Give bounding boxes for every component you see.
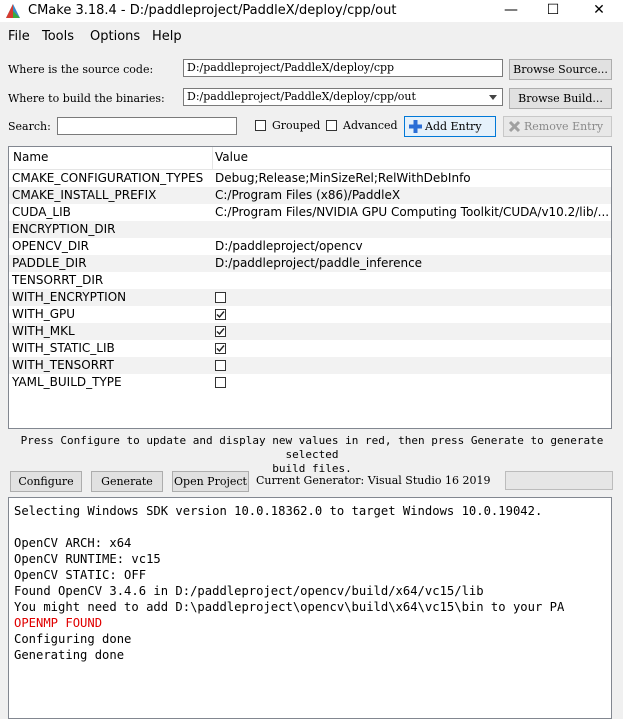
variable-checkbox[interactable]: [215, 377, 226, 388]
table-header: Name Value: [9, 147, 611, 170]
table-row[interactable]: CMAKE_CONFIGURATION_TYPES Debug;Release;M…: [9, 170, 611, 187]
close-button[interactable]: ✕: [579, 0, 619, 22]
table-row[interactable]: TENSORRT_DIR: [9, 272, 611, 289]
variable-checkbox[interactable]: [215, 309, 226, 320]
minimize-button[interactable]: —: [491, 0, 531, 22]
current-generator-label: Current Generator: Visual Studio 16 2019: [256, 474, 491, 487]
table-row[interactable]: WITH_GPU: [9, 306, 611, 323]
variable-name: CUDA_LIB: [12, 205, 71, 219]
source-path-input[interactable]: D:/paddleproject/PaddleX/deploy/cpp: [183, 59, 503, 77]
table-row[interactable]: OPENCV_DIR D:/paddleproject/opencv: [9, 238, 611, 255]
log-line: Found OpenCV 3.4.6 in D:/paddleproject/o…: [14, 584, 484, 598]
variable-name: ENCRYPTION_DIR: [12, 222, 116, 236]
table-row[interactable]: WITH_MKL: [9, 323, 611, 340]
variable-name: WITH_TENSORRT: [12, 358, 114, 372]
title-bar: CMake 3.18.4 - D:/paddleproject/PaddleX/…: [0, 0, 623, 22]
table-row[interactable]: CUDA_LIB C:/Program Files/NVIDIA GPU Comp…: [9, 204, 611, 221]
source-label: Where is the source code:: [8, 63, 154, 76]
menu-options[interactable]: Options: [90, 29, 140, 44]
window-title: CMake 3.18.4 - D:/paddleproject/PaddleX/…: [28, 3, 397, 18]
menu-tools[interactable]: Tools: [42, 29, 74, 44]
column-header-value[interactable]: Value: [215, 150, 248, 164]
log-line: OpenCV STATIC: OFF: [14, 568, 147, 582]
variable-checkbox[interactable]: [215, 343, 226, 354]
generate-button[interactable]: Generate: [91, 471, 163, 492]
cmake-logo-icon: [6, 4, 20, 18]
variable-checkbox[interactable]: [215, 326, 226, 337]
variable-name: WITH_STATIC_LIB: [12, 341, 115, 355]
add-entry-button[interactable]: Add Entry: [404, 116, 496, 137]
table-row[interactable]: WITH_ENCRYPTION: [9, 289, 611, 306]
remove-icon: [508, 120, 521, 133]
variable-name: WITH_MKL: [12, 324, 75, 338]
table-row[interactable]: CMAKE_INSTALL_PREFIX C:/Program Files (x8…: [9, 187, 611, 204]
search-input[interactable]: [57, 117, 237, 135]
checkmark-icon: [216, 311, 225, 319]
remove-entry-label: Remove Entry: [524, 120, 604, 133]
variable-value[interactable]: Debug;Release;MinSizeRel;RelWithDebInfo: [215, 171, 611, 185]
log-line: OPENMP FOUND: [14, 616, 103, 630]
table-row[interactable]: YAML_BUILD_TYPE: [9, 374, 611, 391]
variable-name: OPENCV_DIR: [12, 239, 89, 253]
variable-value[interactable]: D:/paddleproject/opencv: [215, 239, 611, 253]
chevron-down-icon[interactable]: [489, 95, 497, 100]
menu-file[interactable]: File: [8, 29, 30, 44]
grouped-checkbox[interactable]: [255, 120, 266, 131]
variable-name: TENSORRT_DIR: [12, 273, 104, 287]
table-row[interactable]: WITH_STATIC_LIB: [9, 340, 611, 357]
add-entry-label: Add Entry: [425, 120, 482, 133]
table-row[interactable]: WITH_TENSORRT: [9, 357, 611, 374]
log-line: Configuring done: [14, 632, 132, 646]
log-line: You might need to add D:\paddleproject\o…: [14, 600, 565, 614]
open-project-button[interactable]: Open Project: [172, 471, 249, 492]
menu-bar: File Tools Options Help: [0, 27, 623, 47]
hint-line-1: Press Configure to update and display ne…: [20, 434, 604, 461]
advanced-label: Advanced: [343, 119, 398, 132]
checkmark-icon: [216, 328, 225, 336]
variable-checkbox[interactable]: [215, 360, 226, 371]
variable-name: CMAKE_INSTALL_PREFIX: [12, 188, 157, 202]
plus-icon: [409, 120, 422, 133]
cache-variables-table: Name Value CMAKE_CONFIGURATION_TYPES Debu…: [8, 146, 612, 429]
menu-help[interactable]: Help: [152, 29, 182, 44]
variable-name: PADDLE_DIR: [12, 256, 87, 270]
table-row[interactable]: ENCRYPTION_DIR: [9, 221, 611, 238]
variable-value[interactable]: C:/Program Files (x86)/PaddleX: [215, 188, 611, 202]
browse-build-button[interactable]: Browse Build...: [509, 88, 612, 109]
configure-hint: Press Configure to update and display ne…: [12, 434, 612, 476]
browse-source-button[interactable]: Browse Source...: [509, 59, 612, 80]
advanced-checkbox[interactable]: [326, 120, 337, 131]
grouped-label: Grouped: [272, 119, 321, 132]
variable-name: CMAKE_CONFIGURATION_TYPES: [12, 171, 204, 185]
variable-name: YAML_BUILD_TYPE: [12, 375, 122, 389]
column-divider[interactable]: [212, 147, 213, 169]
maximize-button[interactable]: ☐: [533, 0, 573, 22]
output-log[interactable]: Selecting Windows SDK version 10.0.18362…: [8, 497, 612, 719]
search-label: Search:: [8, 120, 51, 133]
progress-bar: [505, 471, 613, 490]
remove-entry-button[interactable]: Remove Entry: [503, 116, 612, 137]
variable-value[interactable]: D:/paddleproject/paddle_inference: [215, 256, 611, 270]
variable-checkbox[interactable]: [215, 292, 226, 303]
variable-value[interactable]: C:/Program Files/NVIDIA GPU Computing To…: [215, 205, 611, 219]
log-line: OpenCV RUNTIME: vc15: [14, 552, 161, 566]
log-line: OpenCV ARCH: x64: [14, 536, 132, 550]
log-line: Selecting Windows SDK version 10.0.18362…: [14, 504, 543, 518]
variable-name: WITH_ENCRYPTION: [12, 290, 127, 304]
table-row[interactable]: PADDLE_DIR D:/paddleproject/paddle_infere…: [9, 255, 611, 272]
checkmark-icon: [216, 345, 225, 353]
build-label: Where to build the binaries:: [8, 92, 165, 105]
log-line: Generating done: [14, 648, 125, 662]
build-path-combobox[interactable]: D:/paddleproject/PaddleX/deploy/cpp/out: [183, 88, 503, 106]
configure-button[interactable]: Configure: [10, 471, 82, 492]
variable-name: WITH_GPU: [12, 307, 76, 321]
column-header-name[interactable]: Name: [13, 150, 48, 164]
